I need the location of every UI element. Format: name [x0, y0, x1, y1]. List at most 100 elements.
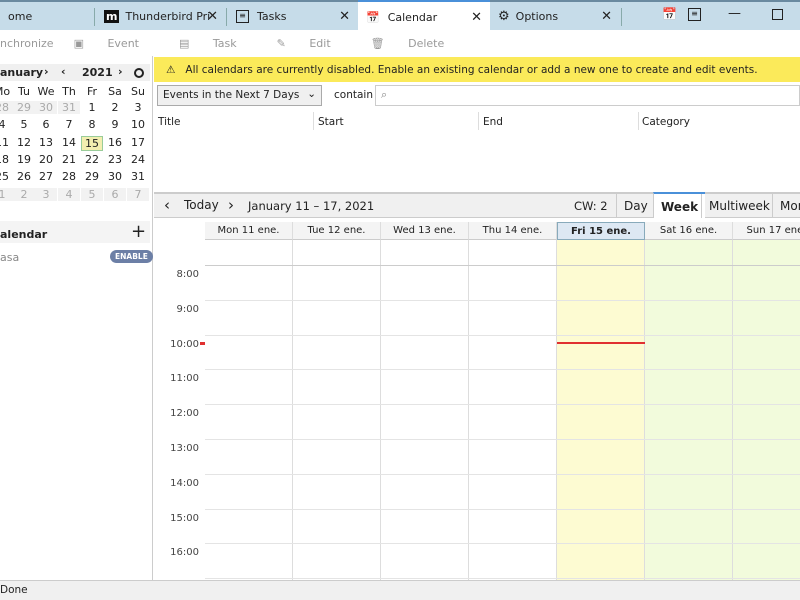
tab-tasks[interactable]: ≡ Tasks ✕: [228, 2, 358, 30]
today-circle-icon[interactable]: [134, 68, 144, 78]
day-column[interactable]: [557, 240, 645, 580]
prev-year-button[interactable]: ‹: [61, 65, 66, 78]
column-header-category[interactable]: Category: [642, 116, 690, 128]
task-icon: ▤: [178, 36, 193, 50]
hour-label: 12:00: [170, 408, 199, 420]
minical-day[interactable]: 3: [35, 187, 57, 201]
minical-day[interactable]: 11: [0, 136, 13, 149]
day-column[interactable]: [645, 240, 733, 580]
notification-text: All calendars are currently disabled. En…: [185, 63, 758, 76]
gear-icon: ⚙: [498, 8, 510, 24]
maximize-button[interactable]: [772, 9, 783, 20]
new-task-button[interactable]: ▤ Task: [179, 37, 257, 50]
minical-day[interactable]: 1: [0, 187, 13, 201]
trash-icon: 🗑: [370, 36, 389, 50]
previous-button[interactable]: ‹: [164, 196, 170, 214]
day-header: Sun 17 ene.: [733, 222, 800, 240]
minical-day[interactable]: 15: [81, 135, 103, 151]
minical-day[interactable]: 31: [58, 101, 80, 114]
minical-day[interactable]: 10: [127, 118, 149, 131]
minical-day[interactable]: 7: [58, 118, 80, 131]
delete-button[interactable]: 🗑 Delete: [371, 37, 465, 50]
enable-button[interactable]: ENABLE: [110, 250, 153, 263]
minical-day[interactable]: 21: [58, 153, 80, 166]
minical-day[interactable]: 7: [127, 187, 149, 201]
close-icon[interactable]: ✕: [339, 9, 350, 24]
minical-day[interactable]: 6: [104, 187, 126, 201]
day-column[interactable]: [381, 240, 469, 580]
chevron-down-icon: ⌄: [307, 88, 316, 100]
day-column[interactable]: [205, 240, 293, 580]
minical-day[interactable]: 29: [81, 170, 103, 183]
tasks-icon[interactable]: ≡: [688, 8, 701, 21]
minical-day[interactable]: 17: [127, 136, 149, 149]
tab-bar: ome m Thunderbird Pri ✕ ≡ Tasks ✕ 📅 Calendar ✕…: [0, 0, 800, 32]
close-icon[interactable]: ✕: [601, 9, 612, 24]
minical-day[interactable]: 31: [127, 170, 149, 183]
minical-day[interactable]: 6: [35, 118, 57, 131]
day-column[interactable]: [293, 240, 381, 580]
minical-day[interactable]: 18: [0, 153, 13, 166]
column-header-title[interactable]: Title: [158, 116, 181, 128]
minical-day[interactable]: 2: [104, 101, 126, 114]
minical-day[interactable]: 5: [81, 187, 103, 201]
minical-day[interactable]: 12: [13, 136, 35, 149]
minical-day[interactable]: 16: [104, 136, 126, 149]
minical-day[interactable]: 28: [0, 101, 13, 114]
minical-year: 2021: [82, 66, 113, 79]
minical-day[interactable]: 5: [13, 118, 35, 131]
minical-day[interactable]: 30: [35, 101, 57, 114]
day-column[interactable]: [469, 240, 557, 580]
minical-day[interactable]: 24: [127, 153, 149, 166]
view-multiweek[interactable]: Multiweek: [701, 194, 777, 218]
minical-day[interactable]: 20: [35, 153, 57, 166]
minical-day[interactable]: 14: [58, 136, 80, 149]
pencil-icon: ✎: [276, 36, 290, 50]
view-month[interactable]: Mon: [772, 194, 800, 218]
tab-calendar[interactable]: 📅 Calendar ✕: [358, 0, 490, 32]
minical-day[interactable]: 4: [0, 118, 13, 131]
column-header-end[interactable]: End: [483, 116, 503, 128]
view-day[interactable]: Day: [616, 194, 655, 218]
synchronize-button[interactable]: nchronize: [0, 37, 54, 50]
column-header-start[interactable]: Start: [318, 116, 344, 128]
event-filter-select[interactable]: Events in the Next 7 Days ⌄: [157, 85, 322, 106]
today-button[interactable]: Today: [184, 198, 219, 212]
minical-day[interactable]: 3: [127, 101, 149, 114]
next-month-button[interactable]: ›: [44, 65, 49, 78]
next-year-button[interactable]: ›: [118, 65, 123, 78]
search-input[interactable]: ⌕: [375, 85, 800, 106]
hour-label: 9:00: [176, 303, 199, 315]
minical-day[interactable]: 4: [58, 187, 80, 201]
minical-day[interactable]: 8: [81, 118, 103, 131]
minical-day[interactable]: 2: [13, 187, 35, 201]
minical-day[interactable]: 30: [104, 170, 126, 183]
tab-options[interactable]: ⚙ Options ✕: [490, 2, 620, 30]
add-calendar-button[interactable]: +: [131, 221, 146, 242]
minical-day[interactable]: 25: [0, 170, 13, 183]
next-button[interactable]: ›: [228, 196, 234, 214]
new-event-button[interactable]: ▣ Event: [74, 37, 159, 50]
day-column[interactable]: [733, 240, 800, 580]
edit-button[interactable]: ✎ Edit: [277, 37, 351, 50]
minical-day[interactable]: 1: [81, 101, 103, 114]
minical-day[interactable]: 28: [58, 170, 80, 183]
minical-day[interactable]: 29: [13, 101, 35, 114]
minical-day[interactable]: 22: [81, 153, 103, 166]
hour-label: 16:00: [170, 547, 199, 559]
close-icon[interactable]: ✕: [471, 10, 482, 25]
minical-day[interactable]: 26: [13, 170, 35, 183]
minical-dayname: Th: [62, 85, 76, 98]
minical-day[interactable]: 13: [35, 136, 57, 149]
minical-day[interactable]: 9: [104, 118, 126, 131]
tab-thunderbird[interactable]: m Thunderbird Pri ✕: [96, 2, 226, 30]
tab-home[interactable]: ome: [0, 2, 90, 30]
minimize-button[interactable]: —: [728, 6, 741, 21]
calendar-icon[interactable]: 📅: [662, 7, 677, 21]
minical-day[interactable]: 23: [104, 153, 126, 166]
view-week[interactable]: Week: [653, 192, 706, 219]
minical-day[interactable]: 19: [13, 153, 35, 166]
close-icon[interactable]: ✕: [207, 9, 218, 24]
day-header: Wed 13 ene.: [381, 222, 469, 240]
minical-day[interactable]: 27: [35, 170, 57, 183]
